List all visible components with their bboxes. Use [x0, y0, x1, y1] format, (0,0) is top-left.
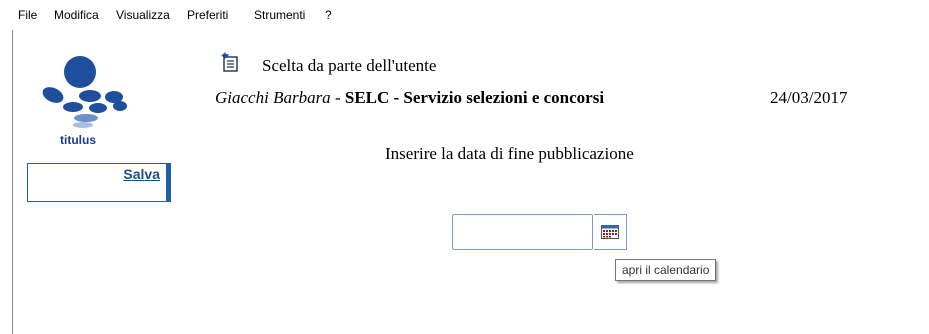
menu-preferiti[interactable]: Preferiti — [187, 8, 228, 22]
separator: - — [330, 88, 345, 107]
page-title: Scelta da parte dell'utente — [262, 56, 437, 75]
menu-visualizza[interactable]: Visualizza — [116, 8, 170, 22]
end-date-input[interactable] — [452, 214, 593, 250]
office-name: SELC - Servizio selezioni e concorsi — [344, 88, 605, 107]
user-name: Giacchi Barbara — [215, 88, 331, 107]
menu-help[interactable]: ? — [325, 8, 332, 22]
instruction-text: Inserire la data di fine pubblicazione — [385, 144, 634, 163]
calendar-tooltip: apri il calendario — [615, 259, 717, 281]
menu-strumenti[interactable]: Strumenti — [254, 8, 305, 22]
left-divider — [12, 30, 13, 334]
current-date: 24/03/2017 — [770, 88, 848, 107]
menu-modifica[interactable]: Modifica — [54, 8, 99, 22]
document-choice-icon — [221, 52, 238, 72]
open-calendar-button[interactable] — [594, 214, 627, 250]
menu-bar: File Modifica Visualizza Preferiti Strum… — [0, 0, 929, 30]
user-info: Giacchi Barbara - SELC - Servizio selezi… — [215, 88, 604, 108]
save-link[interactable]: Salva — [123, 166, 160, 182]
save-panel: Salva — [27, 163, 171, 202]
logo-text: titulus — [60, 133, 96, 147]
titulus-logo-icon — [42, 56, 127, 128]
menu-file[interactable]: File — [18, 8, 37, 22]
calendar-icon — [601, 225, 619, 239]
